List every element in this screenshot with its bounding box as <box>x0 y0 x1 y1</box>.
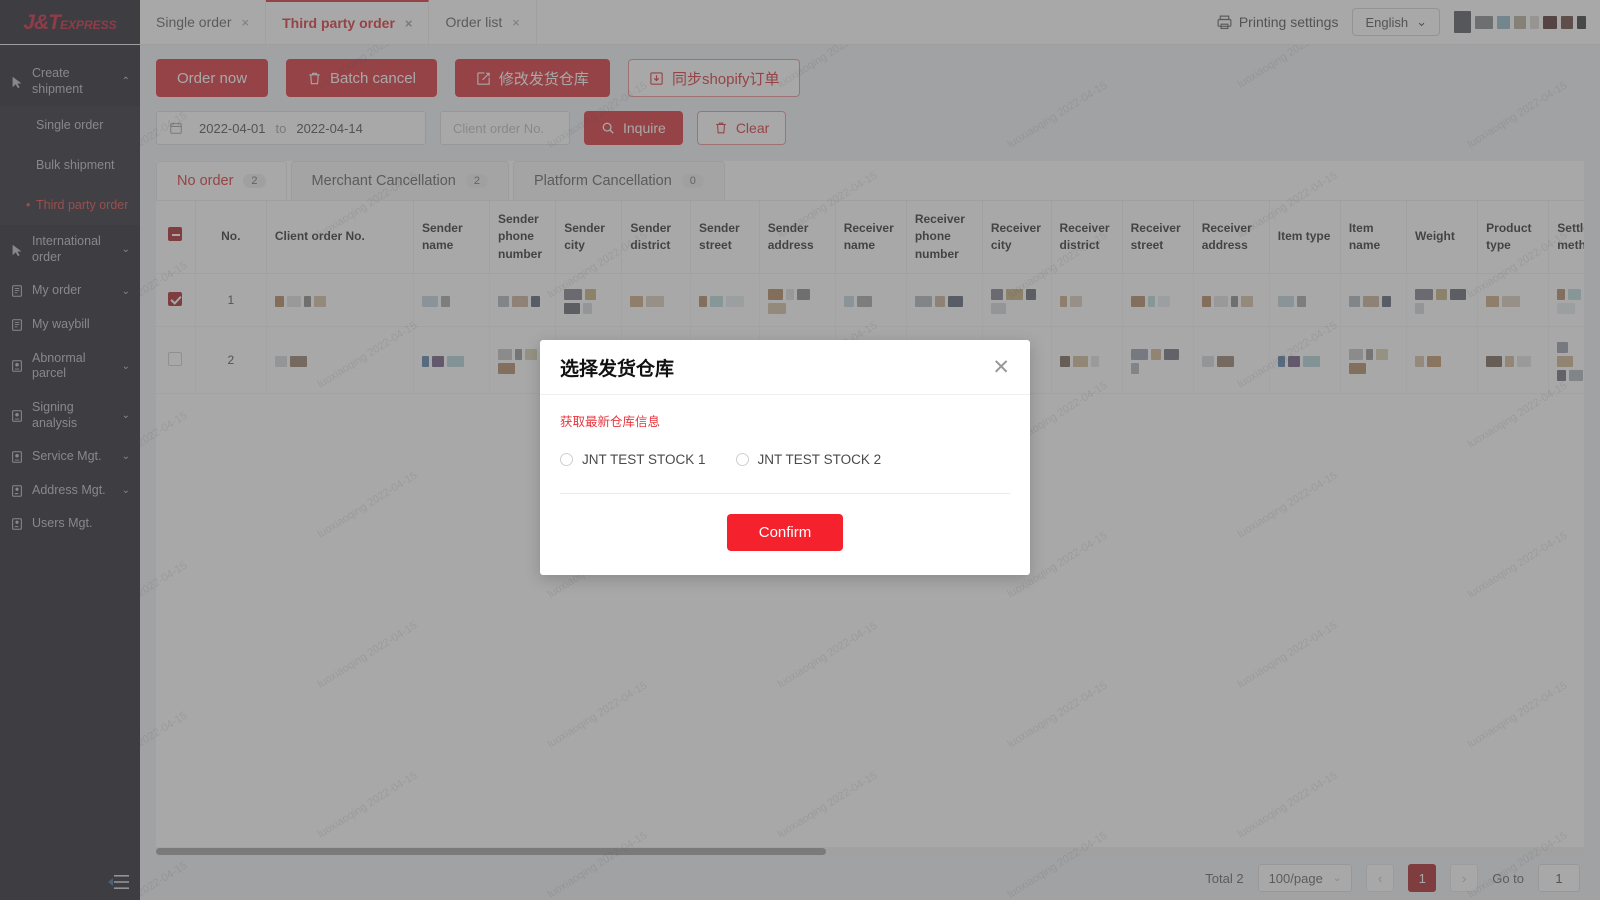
modal-footer: Confirm <box>540 494 1030 575</box>
radio-icon[interactable] <box>560 453 573 466</box>
modal-body: 获取最新仓库信息 JNT TEST STOCK 1 JNT TEST STOCK … <box>540 395 1030 494</box>
close-icon[interactable]: ✕ <box>992 357 1010 378</box>
warehouse-radio-group: JNT TEST STOCK 1 JNT TEST STOCK 2 <box>560 452 1010 494</box>
confirm-button[interactable]: Confirm <box>726 514 844 551</box>
radio-icon[interactable] <box>735 453 749 466</box>
warehouse-option-1[interactable]: JNT TEST STOCK 1 <box>560 452 706 467</box>
warehouse-option-label: JNT TEST STOCK 1 <box>582 452 706 467</box>
refresh-warehouse-link[interactable]: 获取最新仓库信息 <box>560 411 660 430</box>
warehouse-option-2[interactable]: JNT TEST STOCK 2 <box>735 452 882 467</box>
modal-header: 选择发货仓库 ✕ <box>540 340 1030 395</box>
select-warehouse-modal: 选择发货仓库 ✕ 获取最新仓库信息 JNT TEST STOCK 1 JNT TE… <box>540 340 1030 575</box>
modal-title: 选择发货仓库 <box>560 358 675 380</box>
warehouse-option-label: JNT TEST STOCK 2 <box>757 452 882 467</box>
